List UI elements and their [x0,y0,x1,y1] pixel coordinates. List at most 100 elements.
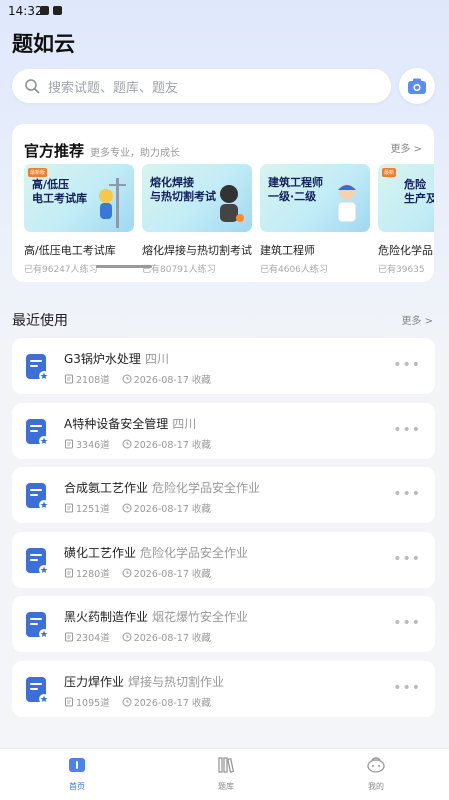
recent-item-date: 2026-08-17 收藏 [133,375,211,386]
recent-item[interactable]: 黑火药制造作业 烟花爆竹安全作业 2304道 2026-08-17 收藏 ••• [12,596,435,652]
recent-item-meta: 1251道 2026-08-17 收藏 [64,501,211,515]
recent-item-category: 危险化学品安全作业 [140,546,249,560]
recommend-name: 建筑工程师 [260,244,315,257]
app-title: 题如云 [12,32,75,56]
recent-item-meta: 1095道 2026-08-17 收藏 [64,695,211,709]
recent-item-meta: 3346道 2026-08-17 收藏 [64,437,211,451]
question-bank-icon [26,677,49,704]
home-icon [69,758,85,772]
recent-item[interactable]: G3锅炉水处理 四川 2108道 2026-08-17 收藏 ••• [12,338,435,394]
recommend-cover-title: 危险 生产及 [404,178,434,206]
welder-illustration-icon [220,185,244,222]
recent-item[interactable]: A特种设备安全管理 四川 3346道 2026-08-17 收藏 ••• [12,403,435,459]
more-options-icon[interactable]: ••• [393,358,421,372]
recent-item-count: 2304道 [76,633,110,644]
recommend-count: 已有96247人练习 [24,265,98,275]
clock-icon [122,503,132,513]
recent-item-meta: 1280道 2026-08-17 收藏 [64,566,211,580]
recent-item-category: 四川 [172,417,197,431]
clock-icon [122,374,132,384]
recent-item-title: 磺化工艺作业 危险化学品安全作业 [64,544,248,561]
question-bank-icon [26,354,49,381]
document-icon [65,503,73,513]
more-options-icon[interactable]: ••• [393,681,421,695]
status-bar: 14:32 [0,0,449,22]
recommend-item[interactable]: 最新版 高/低压 电工考试库 高/低压电工考试库 已有96247人练习 [24,164,134,275]
recent-more-link[interactable]: 更多 > [401,312,433,327]
recommend-cover-text: 高/低压 电工考试库 [32,178,87,205]
recent-item-name: 磺化工艺作业 [64,546,137,560]
document-icon [65,568,73,578]
more-options-icon[interactable]: ••• [393,616,421,630]
recent-item-title: 压力焊作业 焊接与热切割作业 [64,673,224,690]
question-bank-icon [26,612,49,639]
recent-item-date: 2026-08-17 收藏 [133,504,211,515]
recommend-name: 危险化学品 [378,244,433,257]
clock-icon [122,632,132,642]
recommend-item[interactable]: 熔化焊接 与热切割考试 熔化焊接与热切割考试 已有80791人练习 [142,164,252,275]
tab-home-label: 首页 [69,782,85,791]
recommend-item[interactable]: 最新 危险 生产及 危险化学品 已有39635 [378,164,434,275]
recent-item-count: 3346道 [76,440,110,451]
official-recommend-card: 官方推荐 更多专业，助力成长 更多 > 最新版 高/低压 电工考试库 高/低压电… [12,124,434,282]
recommend-cover: 最新版 高/低压 电工考试库 [24,164,134,232]
recent-item-category: 危险化学品安全作业 [152,481,261,495]
search-placeholder: 搜索试题、题库、题友 [48,80,179,96]
recommend-cover-title: 熔化焊接 与热切割考试 [150,176,220,204]
search-input[interactable]: 搜索试题、题库、题友 [12,69,391,103]
recent-item-date: 2026-08-17 收藏 [133,698,211,709]
document-icon [65,697,73,707]
tab-profile-label: 我的 [368,782,384,791]
recent-item-date: 2026-08-17 收藏 [133,569,211,580]
clock-icon [122,568,132,578]
recommend-item[interactable]: 建筑工程师 一级·二级 建筑工程师 已有4606人练习 [260,164,370,275]
recommend-cover: 熔化焊接 与热切割考试 [142,164,252,232]
recent-item[interactable]: 磺化工艺作业 危险化学品安全作业 1280道 2026-08-17 收藏 ••• [12,532,435,588]
status-time: 14:32 [8,4,43,18]
tab-library[interactable]: 题库 [196,755,256,792]
document-icon [65,439,73,449]
tab-profile[interactable]: 我的 [346,755,406,792]
document-icon [65,374,73,384]
recent-item-name: 合成氨工艺作业 [64,481,149,495]
recommend-cover-text: 危险 生产及 [404,178,434,205]
recent-item-meta: 2108道 2026-08-17 收藏 [64,372,211,386]
recommend-count: 已有39635 [378,265,425,275]
recommend-cover-title: 高/低压 电工考试库 [32,178,94,206]
recent-item-title: G3锅炉水处理 四川 [64,350,169,367]
question-bank-icon [26,483,49,510]
carousel-scroll-indicator [96,265,152,268]
tab-home[interactable]: 首页 [47,755,107,792]
recommend-cover-text: 熔化焊接 与热切割考试 [150,176,216,203]
more-options-icon[interactable]: ••• [393,423,421,437]
recommend-carousel[interactable]: 最新版 高/低压 电工考试库 高/低压电工考试库 已有96247人练习 熔化焊接… [24,164,434,276]
recommend-tag: 最新 [382,168,397,177]
recent-item-count: 1095道 [76,698,110,709]
more-options-icon[interactable]: ••• [393,552,421,566]
more-options-icon[interactable]: ••• [393,487,421,501]
question-bank-icon [26,419,49,446]
recent-item-title: 黑火药制造作业 烟花爆竹安全作业 [64,608,248,625]
profile-icon [367,757,385,773]
recent-item-name: 压力焊作业 [64,675,125,689]
camera-search-button[interactable] [399,68,435,104]
status-icons [40,6,62,15]
recent-item-name: A特种设备安全管理 [64,417,169,431]
recent-item-category: 四川 [144,352,169,366]
recommend-name: 熔化焊接与热切割考试 [142,244,252,257]
recent-item-category: 焊接与热切割作业 [128,675,225,689]
recent-item[interactable]: 压力焊作业 焊接与热切割作业 1095道 2026-08-17 收藏 ••• [12,661,435,717]
recent-item-title: 合成氨工艺作业 危险化学品安全作业 [64,479,260,496]
recommend-more-link[interactable]: 更多 > [390,140,422,155]
camera-icon [408,78,426,94]
recent-item-date: 2026-08-17 收藏 [133,633,211,644]
recommend-cover: 最新 危险 生产及 [378,164,434,232]
recent-item-title: A特种设备安全管理 四川 [64,415,196,432]
recommend-cover-title: 建筑工程师 一级·二级 [268,176,338,204]
electrician-illustration-icon [99,178,126,228]
recent-item-date: 2026-08-17 收藏 [133,440,211,451]
recent-item[interactable]: 合成氨工艺作业 危险化学品安全作业 1251道 2026-08-17 收藏 ••• [12,467,435,523]
tab-library-label: 题库 [218,782,234,791]
recommend-count: 已有4606人练习 [260,265,328,275]
recommend-subtitle: 更多专业，助力成长 [90,148,181,159]
